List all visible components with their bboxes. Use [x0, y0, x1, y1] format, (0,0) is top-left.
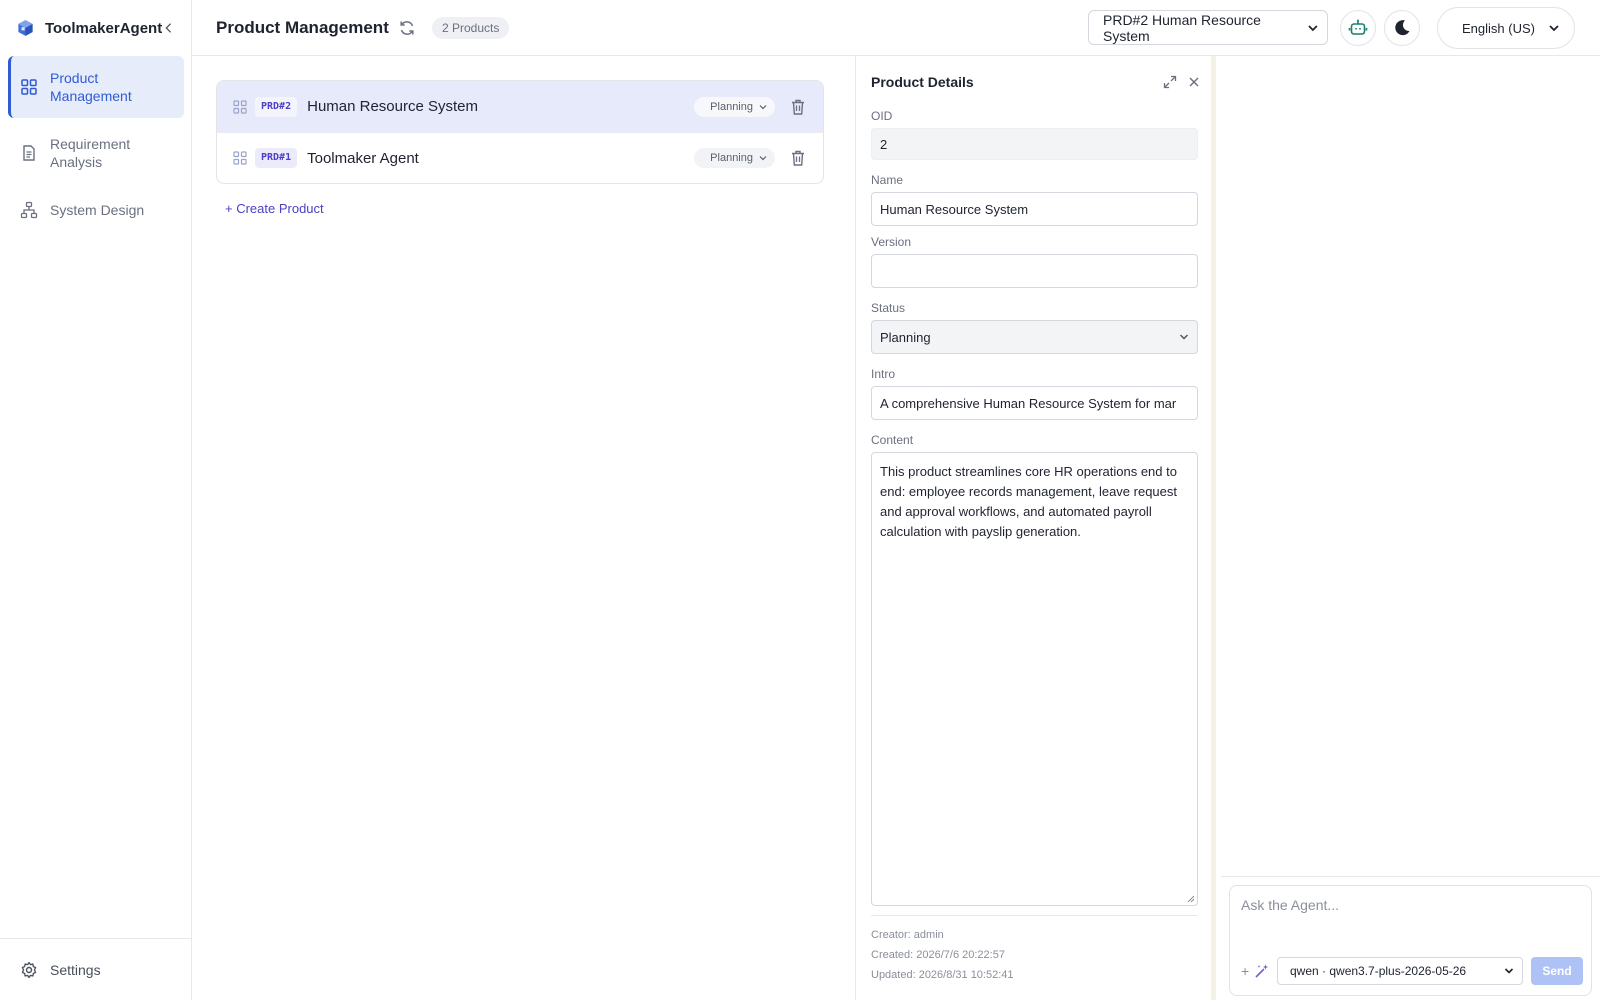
- language-select[interactable]: English (US): [1437, 7, 1575, 49]
- product-name: Toolmaker Agent: [307, 149, 419, 167]
- attach-plus-button[interactable]: +: [1241, 960, 1255, 982]
- chevron-down-icon: [1549, 25, 1559, 32]
- intro-field[interactable]: A comprehensive Human Resource System fo…: [871, 386, 1198, 420]
- chat-input[interactable]: Ask the Agent...: [1241, 897, 1339, 913]
- close-icon[interactable]: [1187, 75, 1201, 89]
- name-field[interactable]: Human Resource System: [871, 192, 1198, 226]
- document-icon: [23, 145, 35, 161]
- created-timestamp: Created: 2026/7/6 20:22:57: [871, 949, 1005, 961]
- product-row[interactable]: PRD#1 Toolmaker Agent Planning: [217, 132, 823, 183]
- moon-icon: [1395, 20, 1410, 36]
- content-value: This product streamlines core HR operati…: [880, 464, 1178, 539]
- sidebar-item-label: Requirement Analysis: [50, 136, 131, 170]
- theme-toggle-button[interactable]: [1384, 10, 1420, 46]
- status-label: Status: [871, 301, 906, 315]
- page-title: Product Management: [216, 18, 389, 37]
- current-product-select[interactable]: PRD#2 Human Resource System: [1088, 10, 1328, 45]
- sidebar-item-requirement-analysis[interactable]: Requirement Analysis: [8, 122, 184, 184]
- intro-value: A comprehensive Human Resource System fo…: [880, 395, 1177, 411]
- product-list: PRD#2 Human Resource System Planning PRD…: [216, 80, 824, 184]
- oid-field: 2: [871, 128, 1198, 160]
- creator-text: Creator: admin: [871, 929, 944, 941]
- top-header: Product Management 2 Products PRD#2 Huma…: [192, 0, 1600, 56]
- send-button[interactable]: Send: [1531, 957, 1583, 985]
- brand: ToolmakerAgent: [16, 16, 176, 40]
- magic-wand-icon[interactable]: [1254, 963, 1270, 979]
- sidebar: ToolmakerAgent Product Management Requir…: [0, 0, 192, 1000]
- chevron-down-icon: [1180, 334, 1188, 340]
- chevron-down-icon: [759, 156, 767, 161]
- oid-label: OID: [871, 109, 893, 123]
- product-code-badge: PRD#2: [255, 96, 298, 117]
- status-value: Planning: [710, 100, 753, 113]
- app-name: ToolmakerAgent: [44, 19, 163, 37]
- product-name: Human Resource System: [307, 98, 479, 115]
- product-code-badge: PRD#1: [255, 148, 298, 168]
- sidebar-item-system-design[interactable]: System Design: [8, 188, 184, 232]
- content-label: Content: [871, 433, 914, 447]
- trash-icon[interactable]: [789, 149, 807, 167]
- details-title: Product Details: [871, 74, 974, 90]
- grid-icon: [233, 99, 247, 114]
- status-select[interactable]: Planning: [871, 320, 1198, 354]
- content-textarea[interactable]: This product streamlines core HR operati…: [871, 452, 1198, 906]
- model-select[interactable]: qwen · qwen3.7-plus-2026-05-26: [1277, 957, 1523, 985]
- gear-icon: [21, 961, 37, 978]
- collapse-sidebar-icon[interactable]: [162, 20, 176, 36]
- sidebar-item-label: Product Management: [50, 70, 132, 104]
- robot-icon: [1348, 19, 1368, 35]
- trash-icon[interactable]: [789, 98, 807, 116]
- language-value: English (US): [1462, 20, 1535, 36]
- agent-bot-button[interactable]: [1340, 10, 1376, 46]
- name-label: Name: [871, 173, 904, 187]
- resize-grip-icon[interactable]: [1187, 895, 1195, 903]
- status-dropdown[interactable]: Planning: [694, 148, 775, 168]
- logo-cube-icon: [18, 20, 33, 36]
- create-product-link[interactable]: + Create Product: [225, 201, 324, 216]
- current-product-value: PRD#2 Human Resource System: [1103, 11, 1261, 44]
- divider: [1221, 876, 1600, 877]
- hierarchy-icon: [20, 201, 38, 219]
- settings-label: Settings: [50, 961, 101, 978]
- grid-icon: [21, 79, 37, 95]
- status-select-value: Planning: [880, 329, 931, 345]
- sidebar-nav: Product Management Requirement Analysis …: [8, 56, 184, 236]
- chevron-down-icon: [759, 104, 767, 109]
- divider: [871, 915, 1198, 916]
- expand-icon[interactable]: [1163, 75, 1177, 89]
- version-field[interactable]: [871, 254, 1198, 288]
- chevron-down-icon: [1308, 24, 1318, 31]
- version-label: Version: [871, 235, 912, 249]
- oid-value: 2: [880, 136, 888, 152]
- settings-button[interactable]: Settings: [0, 938, 191, 1000]
- intro-label: Intro: [871, 367, 896, 381]
- agent-chat-panel: Ask the Agent... + qwen · qwen3.7-plus-2…: [1221, 56, 1600, 1000]
- chat-composer: Ask the Agent... + qwen · qwen3.7-plus-2…: [1229, 885, 1592, 996]
- chevron-down-icon: [1504, 968, 1514, 974]
- product-details-panel: Product Details OID 2 Name Human Resourc…: [855, 56, 1216, 1000]
- grid-icon: [233, 151, 247, 165]
- refresh-icon[interactable]: [398, 19, 416, 37]
- product-count-badge: 2 Products: [432, 17, 510, 39]
- product-row[interactable]: PRD#2 Human Resource System Planning: [217, 81, 823, 132]
- status-value: Planning: [710, 152, 753, 164]
- name-value: Human Resource System: [880, 201, 1029, 217]
- status-dropdown[interactable]: Planning: [694, 96, 775, 117]
- sidebar-item-label: System Design: [50, 202, 145, 218]
- model-value: qwen · qwen3.7-plus-2026-05-26: [1290, 964, 1467, 978]
- updated-timestamp: Updated: 2026/8/31 10:52:41: [871, 969, 1014, 981]
- sidebar-item-product-management[interactable]: Product Management: [8, 56, 184, 118]
